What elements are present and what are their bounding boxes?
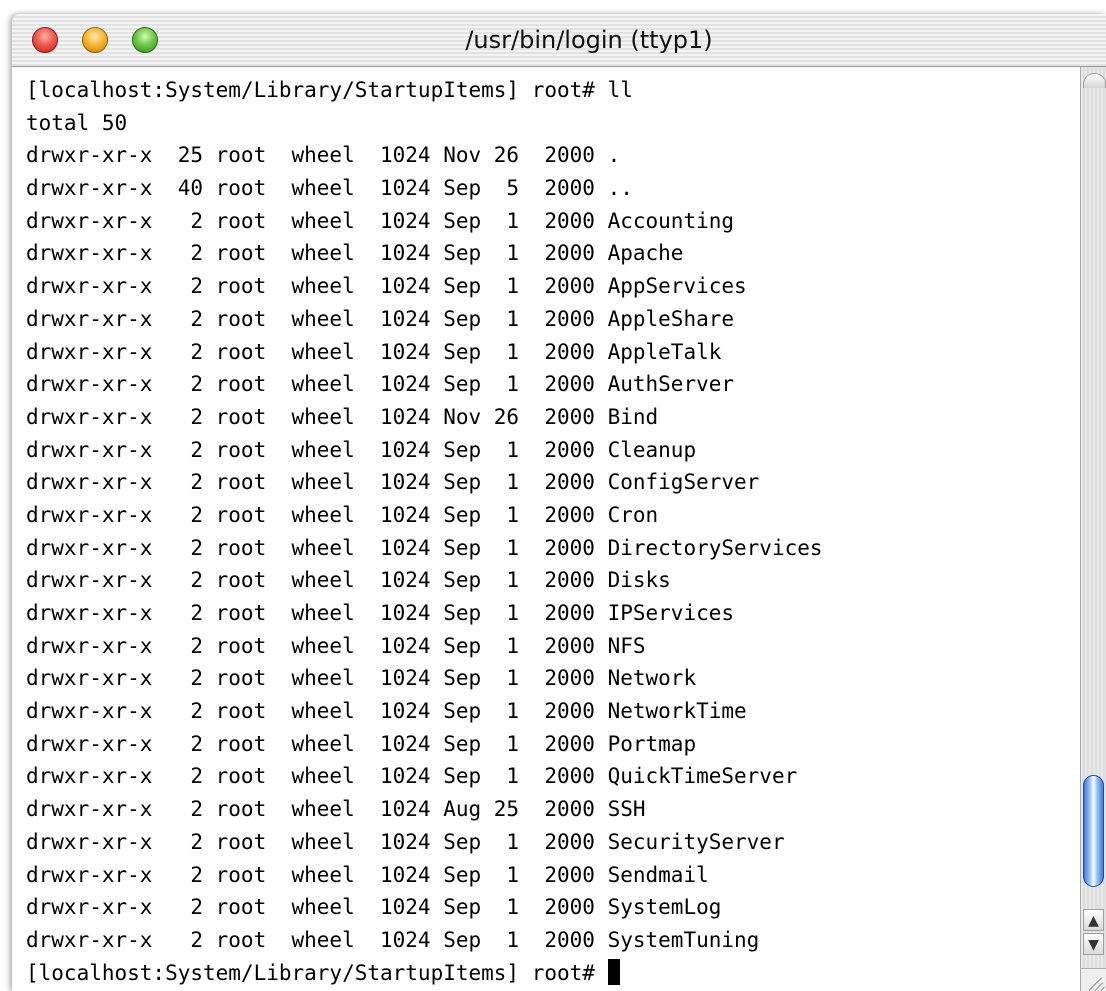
resize-grip[interactable] bbox=[1081, 968, 1106, 991]
terminal-line: drwxr-xr-x 2 root wheel 1024 Nov 26 2000… bbox=[26, 404, 659, 429]
terminal-line: drwxr-xr-x 2 root wheel 1024 Sep 1 2000 … bbox=[26, 470, 760, 495]
terminal-output[interactable]: [localhost:System/Library/StartupItems] … bbox=[12, 67, 1081, 991]
terminal-line: drwxr-xr-x 2 root wheel 1024 Sep 1 2000 … bbox=[26, 241, 684, 266]
terminal-line: drwxr-xr-x 2 root wheel 1024 Sep 1 2000 … bbox=[26, 927, 760, 952]
terminal-line: drwxr-xr-x 2 root wheel 1024 Sep 1 2000 … bbox=[26, 862, 709, 887]
terminal-line: drwxr-xr-x 2 root wheel 1024 Sep 1 2000 … bbox=[26, 601, 735, 625]
title-bar[interactable]: /usr/bin/login (ttyp1) bbox=[12, 14, 1106, 67]
terminal-line: drwxr-xr-x 2 root wheel 1024 Sep 1 2000 … bbox=[26, 699, 747, 724]
grip-line bbox=[1100, 986, 1105, 991]
terminal-line: drwxr-xr-x 40 root wheel 1024 Sep 5 2000… bbox=[26, 176, 633, 201]
terminal-line: [localhost:System/Library/StartupItems] … bbox=[26, 78, 633, 102]
output-lines: [localhost:System/Library/StartupItems] … bbox=[26, 74, 823, 989]
terminal-line: drwxr-xr-x 2 root wheel 1024 Sep 1 2000 … bbox=[26, 764, 798, 789]
terminal-line: drwxr-xr-x 2 root wheel 1024 Sep 1 2000 … bbox=[26, 535, 823, 560]
scroll-thumb[interactable] bbox=[1083, 775, 1104, 887]
terminal-line: drwxr-xr-x 2 root wheel 1024 Sep 1 2000 … bbox=[26, 829, 785, 854]
scroll-up-button[interactable]: ▲ bbox=[1083, 909, 1104, 931]
terminal-line: drwxr-xr-x 2 root wheel 1024 Sep 1 2000 … bbox=[26, 372, 735, 397]
terminal-line: drwxr-xr-x 2 root wheel 1024 Sep 1 2000 … bbox=[26, 502, 659, 527]
arrow-down-icon: ▼ bbox=[1088, 937, 1099, 953]
scroll-down-button[interactable]: ▼ bbox=[1083, 933, 1104, 955]
prompt-text: [localhost:System/Library/StartupItems] … bbox=[26, 960, 608, 985]
vertical-scrollbar[interactable]: ▲ ▼ bbox=[1080, 67, 1106, 991]
terminal-line: drwxr-xr-x 2 root wheel 1024 Aug 25 2000… bbox=[26, 797, 646, 822]
terminal-line: drwxr-xr-x 2 root wheel 1024 Sep 1 2000 … bbox=[26, 731, 697, 756]
terminal-line: drwxr-xr-x 25 root wheel 1024 Nov 26 200… bbox=[26, 143, 621, 168]
terminal-line: drwxr-xr-x 2 root wheel 1024 Sep 1 2000 … bbox=[26, 568, 671, 593]
terminal-line: drwxr-xr-x 2 root wheel 1024 Sep 1 2000 … bbox=[26, 274, 747, 299]
terminal-line: drwxr-xr-x 2 root wheel 1024 Sep 1 2000 … bbox=[26, 306, 735, 331]
scroll-track-cap bbox=[1083, 73, 1106, 88]
terminal-line: drwxr-xr-x 2 root wheel 1024 Sep 1 2000 … bbox=[26, 895, 722, 920]
terminal-line: drwxr-xr-x 2 root wheel 1024 Sep 1 2000 … bbox=[26, 633, 646, 658]
terminal-line: drwxr-xr-x 2 root wheel 1024 Sep 1 2000 … bbox=[26, 208, 735, 233]
terminal-window: /usr/bin/login (ttyp1) [localhost:System… bbox=[12, 14, 1106, 991]
terminal-line: drwxr-xr-x 2 root wheel 1024 Sep 1 2000 … bbox=[26, 339, 722, 364]
window-title: /usr/bin/login (ttyp1) bbox=[465, 26, 713, 54]
terminal-line: drwxr-xr-x 2 root wheel 1024 Sep 1 2000 … bbox=[26, 666, 697, 691]
arrow-up-icon: ▲ bbox=[1088, 913, 1099, 929]
prompt-line: [localhost:System/Library/StartupItems] … bbox=[26, 957, 823, 990]
terminal-line: total 50 bbox=[26, 110, 128, 135]
terminal-line: drwxr-xr-x 2 root wheel 1024 Sep 1 2000 … bbox=[26, 437, 697, 462]
text-cursor bbox=[607, 958, 620, 985]
